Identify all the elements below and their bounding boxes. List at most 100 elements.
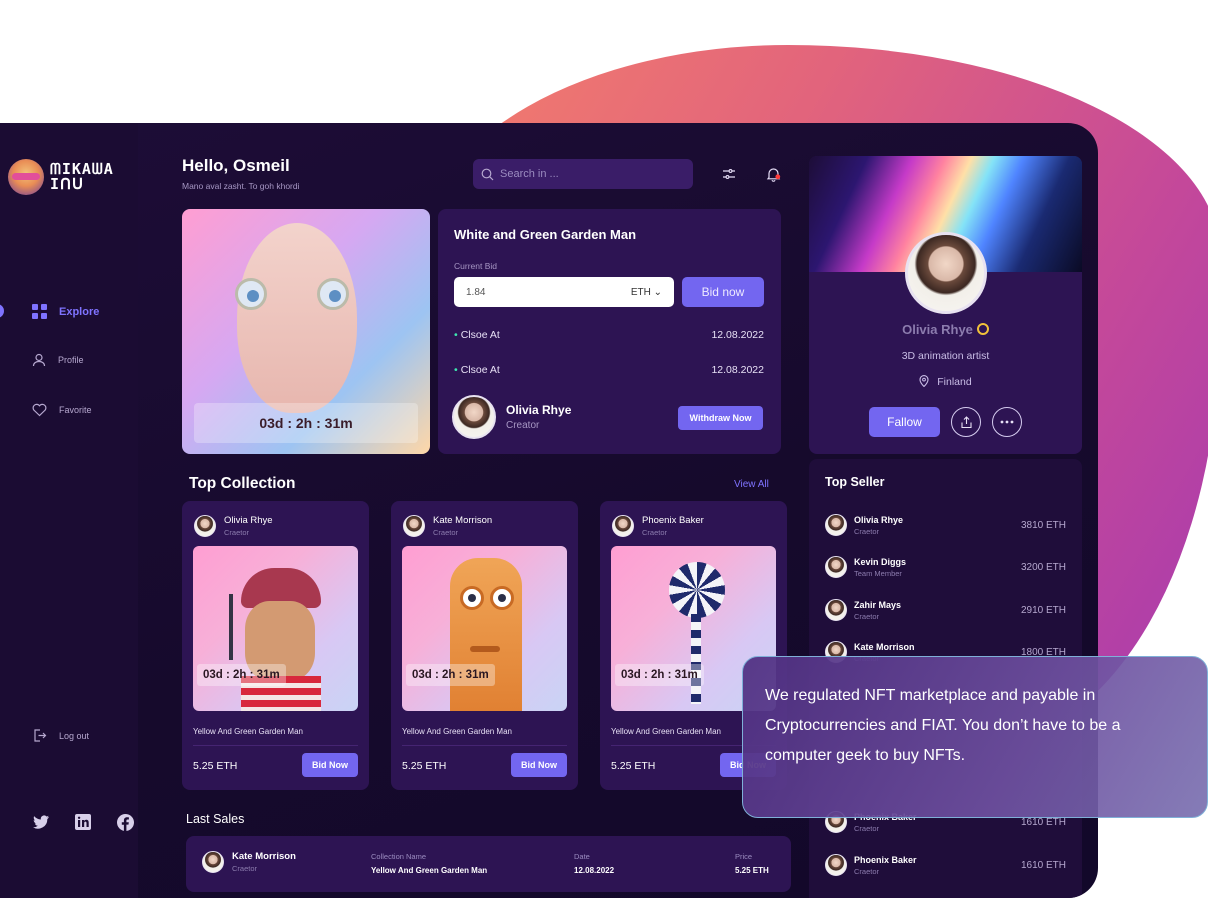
seller-eth: 1610 ETH <box>1020 859 1066 871</box>
info-overlay-card: We regulated NFT marketplace and payable… <box>742 656 1208 818</box>
grid-icon <box>32 304 47 319</box>
auction-timer: 03d : 2h : 31m <box>194 403 418 443</box>
card-creator-name: Olivia Rhye <box>224 515 273 526</box>
filter-icon[interactable] <box>720 165 738 183</box>
seller-role: Craetor <box>854 866 880 876</box>
divider <box>193 745 358 746</box>
sidebar-item-explore[interactable]: Explore <box>32 304 99 319</box>
featured-nft-image[interactable]: 03d : 2h : 31m <box>182 209 430 454</box>
sale-price: Price 5.25 ETH <box>735 852 769 875</box>
sidebar-item-profile[interactable]: Profile <box>32 353 84 367</box>
currency-select[interactable]: ETH ⌄ <box>631 287 662 298</box>
currency-label: ETH <box>630 286 651 298</box>
bid-panel: White and Green Garden Man Current Bid 1… <box>438 209 781 454</box>
collection-card[interactable]: Olivia Rhye Craetor 03d : 2h : 31m Yellow… <box>182 501 369 790</box>
twitter-icon[interactable] <box>32 813 50 831</box>
seller-name: Kevin Diggs <box>854 556 907 567</box>
creator-role: Creator <box>506 420 540 431</box>
creator-info[interactable]: Olivia Rhye Creator <box>452 395 571 439</box>
collection-card[interactable]: Kate Morrison Craetor 03d : 2h : 31m Yell… <box>391 501 578 790</box>
logo-text: ᗰIKAᗯA Iᑎᑌ <box>50 162 114 192</box>
divider <box>402 745 567 746</box>
nft-title: White and Green Garden Man <box>454 227 637 242</box>
bid-now-button[interactable]: Bid Now <box>511 753 567 777</box>
card-nft-name: Yellow And Green Garden Man <box>611 727 721 736</box>
logout-label: Log out <box>59 730 90 741</box>
follow-button[interactable]: Fallow <box>869 407 940 437</box>
card-creator: Kate Morrison Craetor <box>403 515 492 537</box>
page-title: Hello, Osmeil <box>182 156 290 175</box>
profile-card: Olivia Rhye 3D animation artist Finland … <box>809 156 1082 454</box>
card-creator-name: Phoenix Baker <box>642 515 704 526</box>
profile-role: 3D animation artist <box>901 350 990 362</box>
collection-nft-image[interactable]: 03d : 2h : 31m <box>193 546 358 711</box>
sale-collection: Collection Name Yellow And Green Garden … <box>371 852 487 875</box>
seller-role: Craetor <box>854 611 880 621</box>
list-item[interactable]: Zahir Mays Craetor 2910 ETH <box>825 599 1066 621</box>
brand-logo[interactable]: ᗰIKAᗯA Iᑎᑌ <box>8 159 114 195</box>
nft-figure <box>235 223 357 413</box>
avatar <box>825 514 847 536</box>
card-nft-name: Yellow And Green Garden Man <box>193 727 303 736</box>
bid-now-button[interactable]: Bid now <box>682 277 764 307</box>
seller-role: Team Member <box>854 568 902 578</box>
logo-line-2: Iᑎᑌ <box>50 175 84 193</box>
share-icon[interactable] <box>951 407 981 437</box>
seller-name: Kate Morrison <box>854 641 915 652</box>
facebook-icon[interactable] <box>116 813 134 831</box>
withdraw-now-button[interactable]: Withdraw Now <box>678 406 763 430</box>
sale-seller: Kate Morrison Craetor <box>202 851 296 873</box>
card-price: 5.25 ETH <box>193 760 238 772</box>
card-price: 5.25 ETH <box>611 760 656 772</box>
chevron-down-icon: ⌄ <box>653 286 662 298</box>
more-options-icon[interactable] <box>992 407 1022 437</box>
sale-seller-name: Kate Morrison <box>232 851 296 862</box>
current-bid-label: Current Bid <box>454 261 497 271</box>
close-at-label: Clsoe At <box>454 364 500 376</box>
seller-eth: 3810 ETH <box>1020 519 1066 531</box>
search-bar[interactable] <box>473 159 693 189</box>
creator-name: Olivia Rhye <box>506 403 572 417</box>
logo-mark-icon <box>8 159 44 195</box>
collection-nft-image[interactable]: 03d : 2h : 31m <box>402 546 567 711</box>
seller-eth: 1610 ETH <box>1020 816 1066 828</box>
view-all-link[interactable]: View All <box>734 479 769 490</box>
avatar[interactable] <box>905 232 987 314</box>
list-item[interactable]: Phoenix BakerCraetor 1610 ETH <box>825 854 1066 876</box>
avatar <box>202 851 224 873</box>
close-at-label: Clsoe At <box>454 329 500 341</box>
search-input[interactable] <box>500 168 680 180</box>
bid-now-button[interactable]: Bid Now <box>302 753 358 777</box>
sidebar-item-favorite[interactable]: Favorite <box>32 403 92 417</box>
last-sales-title: Last Sales <box>186 812 245 826</box>
avatar <box>825 599 847 621</box>
list-item[interactable]: Olivia Rhye Craetor 3810 ETH <box>825 514 1066 536</box>
list-item[interactable]: Kevin Diggs Team Member 3200 ETH <box>825 556 1066 578</box>
avatar <box>403 515 425 537</box>
avatar <box>194 515 216 537</box>
column-header: Collection Name <box>371 852 427 861</box>
avatar <box>452 395 496 439</box>
logout-button[interactable]: Log out <box>32 728 89 743</box>
page-subtitle: Mano aval zasht. To goh khordi <box>182 181 300 191</box>
table-row[interactable]: Kate Morrison Craetor Collection Name Ye… <box>186 836 791 892</box>
notification-bell-icon[interactable] <box>764 165 782 183</box>
logout-icon <box>34 729 47 742</box>
card-creator-role: Craetor <box>642 528 668 537</box>
sale-price-value: 5.25 ETH <box>735 866 769 875</box>
profile-location-text: Finland <box>937 376 972 388</box>
avatar <box>612 515 634 537</box>
linkedin-icon[interactable] <box>74 813 92 831</box>
card-timer: 03d : 2h : 31m <box>406 664 495 686</box>
sidebar-item-label: Explore <box>59 305 100 318</box>
card-creator: Phoenix Baker Craetor <box>612 515 704 537</box>
top-collection-title: Top Collection <box>189 475 296 492</box>
close-at-date: 12.08.2022 <box>711 329 764 341</box>
column-header: Price <box>735 852 753 861</box>
user-icon <box>32 353 46 367</box>
overlay-text: We regulated NFT marketplace and payable… <box>765 687 1121 764</box>
close-at-row: Clsoe At 12.08.2022 <box>454 364 764 376</box>
bid-amount-field[interactable]: 1.84 ETH ⌄ <box>454 277 674 307</box>
sale-seller-role: Craetor <box>232 864 258 873</box>
seller-name: Phoenix Baker <box>854 854 917 865</box>
